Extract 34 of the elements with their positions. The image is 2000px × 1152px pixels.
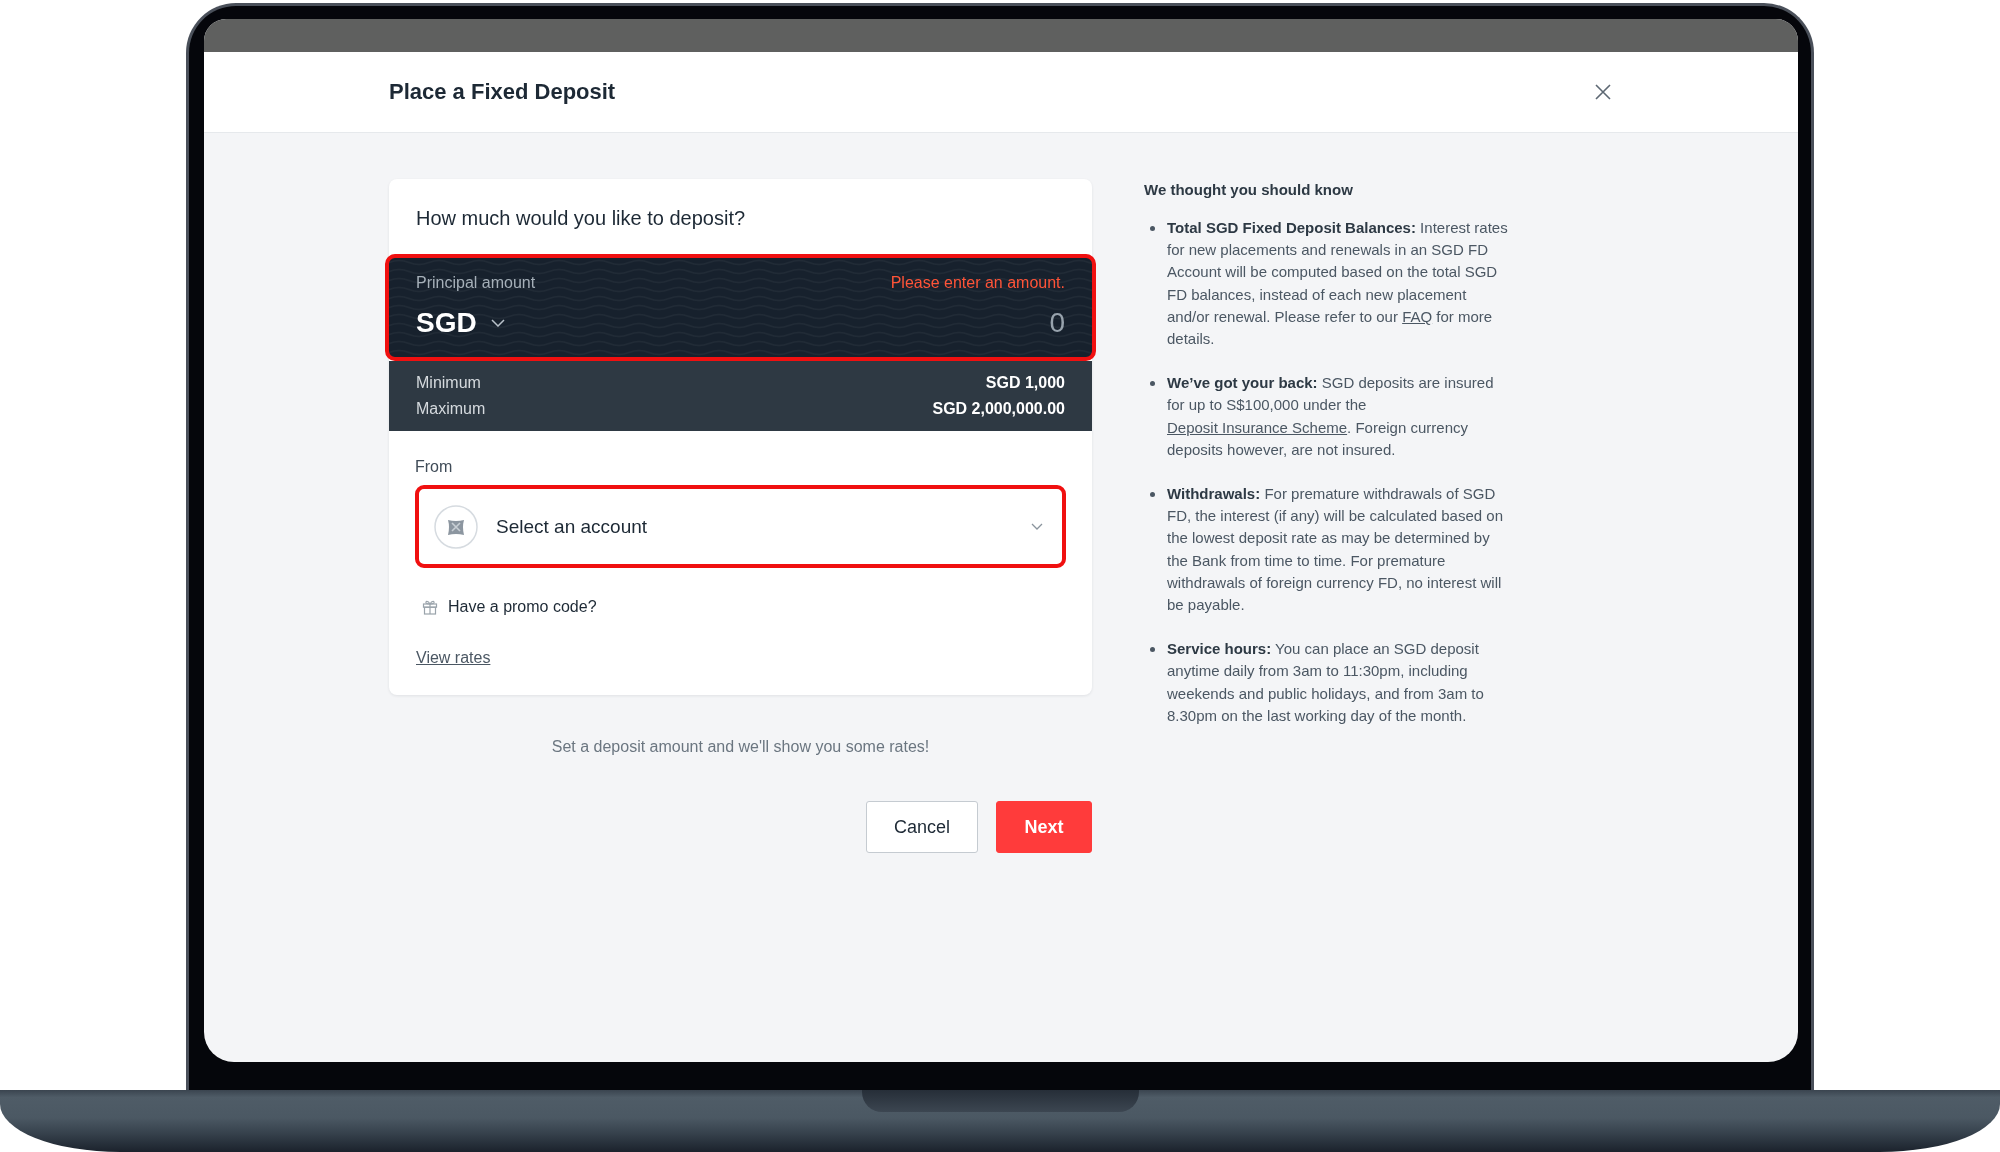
amount-input[interactable]: 0 — [504, 306, 1065, 340]
field-label: From — [415, 457, 453, 477]
promo-code-link[interactable]: Have a promo code? — [422, 596, 597, 618]
chevron-down-icon — [1031, 523, 1043, 530]
account-select[interactable]: Select an account — [415, 485, 1066, 568]
gift-icon — [422, 599, 438, 615]
info-link[interactable]: Deposit Insurance Scheme — [1167, 418, 1348, 436]
info-paragraph: We’ve got your back: SGD deposits are insured for up to S$100,000 under the Deposit Insurance Scheme. Foreign currency deposits however, are not insured. — [1167, 373, 1495, 460]
info-paragraph: Total SGD Fixed Deposit Balances: Interest rates for new placements and renewals in an SGD FD Account will be computed based on the total SGD FD balances, instead of each new placement and/or renewal. Please refer to our FAQ for more details. — [1167, 218, 1509, 349]
amount-field[interactable]: Principal amount Please enter an amount. SGD 0 — [385, 254, 1096, 361]
rates-hint-text: Set a deposit amount and we'll show you some rates! — [551, 737, 930, 757]
info-paragraph: Withdrawals: For premature withdrawals of SGD FD, the interest (if any) will be calculated based on the lowest deposit rate as may be determined by the Bank from time to time. For premature withdrawals of foreign currency FD, no interest will be payable. — [1167, 484, 1504, 616]
info-paragraph: Service hours: You can place an SGD deposit anytime daily from 3am to 11:30pm, including weekends and public holidays, and from 3am to 8.30pm on the last working day of the month. — [1167, 639, 1485, 726]
bullet-icon — [1150, 647, 1155, 653]
chevron-down-icon — [490, 319, 505, 327]
bullet-icon — [1150, 226, 1155, 231]
close-icon — [1595, 84, 1611, 100]
bullet-icon — [1150, 492, 1155, 498]
error-message: Please enter an amount. — [890, 273, 1065, 293]
limit-label: Minimum — [416, 373, 481, 393]
question-heading: How much would you like to deposit? — [415, 206, 747, 231]
view-rates-link[interactable]: View rates — [416, 647, 491, 669]
currency-select[interactable]: SGD — [416, 306, 505, 340]
cancel-button[interactable]: Cancel — [866, 801, 978, 853]
limit-value: SGD 2,000,000.00 — [932, 399, 1065, 419]
info-heading: We thought you should know — [1144, 180, 1353, 200]
info-link[interactable]: FAQ — [1402, 307, 1433, 325]
account-placeholder-icon — [434, 504, 478, 549]
limit-label: Maximum — [416, 399, 486, 419]
next-button[interactable]: Next — [996, 801, 1092, 853]
dialog-title: Place a Fixed Deposit — [389, 78, 616, 106]
limit-value: SGD 1,000 — [985, 373, 1065, 393]
bullet-icon — [1150, 381, 1155, 387]
principal-label: Principal amount — [416, 273, 536, 293]
